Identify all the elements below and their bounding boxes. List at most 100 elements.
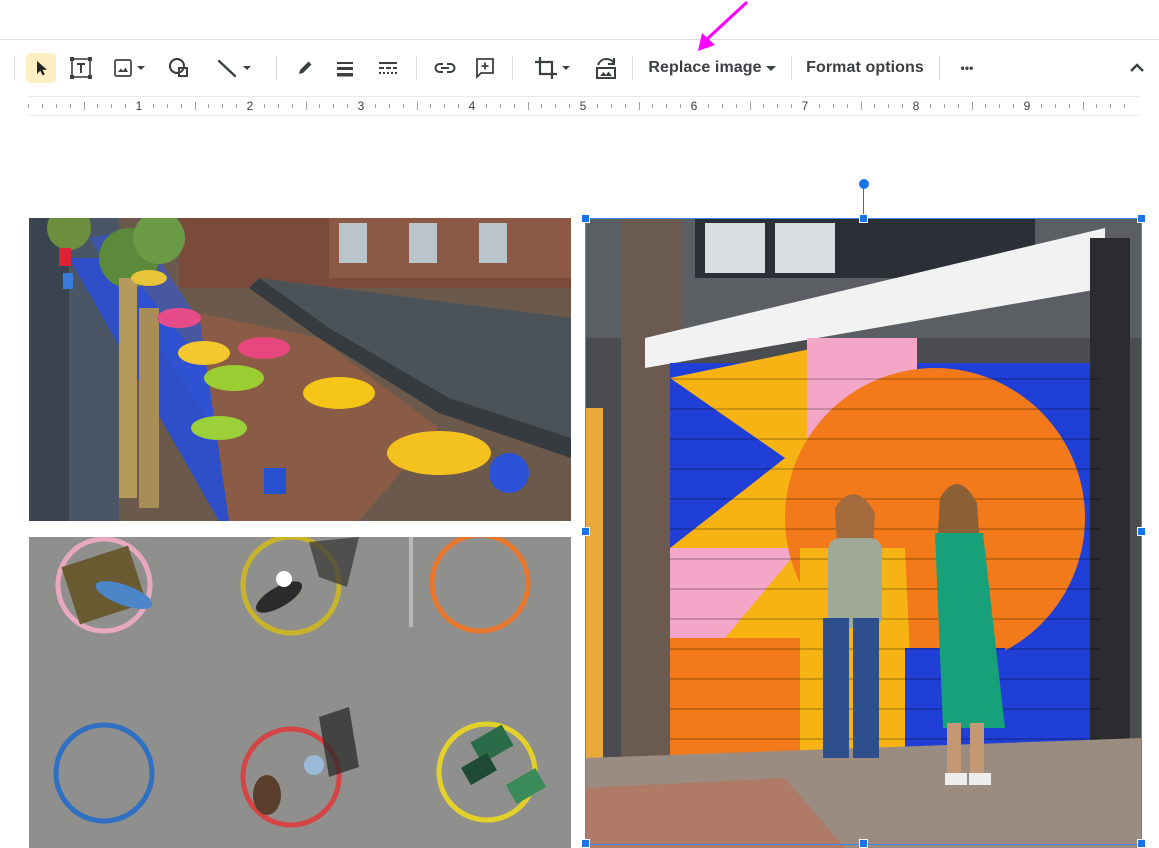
mural-illustration [585,218,1142,848]
shape-icon [169,58,188,77]
dropdown-caret-icon [765,66,776,71]
resize-handle-top-left[interactable] [581,214,590,223]
ruler-tick [416,102,418,110]
ruler-tick [485,104,487,108]
ruler-tick [319,104,321,108]
resize-handle-top-right[interactable] [1137,214,1146,223]
line-button[interactable] [204,53,264,83]
ruler-number: 2 [246,99,254,113]
ruler-tick [999,104,1001,108]
toolbar-separator [512,56,513,80]
ruler-tick [666,104,668,108]
toolbar-separator [276,56,277,80]
format-options-button[interactable]: Format options [800,53,930,83]
ruler-tick [152,104,154,108]
rotation-handle[interactable] [859,179,869,189]
ruler-tick [28,104,29,108]
collapse-toolbar-button[interactable] [1122,53,1152,83]
border-dash-button[interactable] [372,53,404,83]
more-options-button[interactable]: ••• [950,53,984,83]
resize-handle-bottom[interactable] [859,839,868,848]
ruler-tick [513,104,515,108]
crop-button[interactable] [524,53,582,83]
ruler-tick [527,102,529,110]
mural-women-photo[interactable] [585,218,1142,848]
resize-handle-bottom-right[interactable] [1137,839,1146,848]
social-distance-circles-photo[interactable] [29,537,571,848]
reset-image-button[interactable] [590,53,622,83]
chevron-up-icon [1130,63,1144,72]
ruler-number: 3 [357,99,365,113]
ruler-tick [929,104,931,108]
ruler-tick [55,104,57,108]
image-toolbar: Replace image Format options ••• [0,46,1159,90]
ruler-tick [749,102,751,110]
ruler-tick [1040,104,1042,108]
dropdown-caret-icon [562,66,570,70]
ruler-tick [236,104,238,108]
ruler-tick [1110,104,1112,108]
ruler-tick [818,104,820,108]
image-icon [114,59,132,77]
resize-handle-bottom-left[interactable] [581,839,590,848]
ruler-tick [333,104,335,108]
ruler-tick [846,104,848,108]
patio-street-photo[interactable] [29,218,571,521]
ruler-tick [707,104,709,108]
ruler-tick [444,104,446,108]
dropdown-caret-icon [243,66,251,70]
ruler-tick [374,104,376,108]
image-insert-button[interactable] [104,53,154,83]
ruler-tick [957,104,959,108]
ruler-tick [652,104,654,108]
shape-button[interactable] [162,53,196,83]
replace-image-label: Replace image [648,59,762,76]
ruler-tick [874,104,876,108]
replace-image-button[interactable]: Replace image [642,53,784,83]
line-dash-icon [379,62,397,74]
ruler-tick [166,104,168,108]
select-tool-button[interactable] [26,53,56,83]
ruler-tick [1082,102,1084,110]
ruler-tick [624,104,626,108]
line-weight-icon [337,62,353,77]
ruler-tick [721,104,723,108]
toolbar-separator [632,56,633,80]
patio-street-illustration [29,218,571,521]
insert-link-button[interactable] [428,53,462,83]
horizontal-ruler[interactable]: 1 2 3 4 5 6 7 8 9 [28,96,1140,116]
ruler-number: 6 [690,99,698,113]
reset-image-icon [596,58,616,79]
ruler-number: 5 [579,99,587,113]
ruler-tick [832,104,834,108]
ruler-tick [499,104,501,108]
comment-add-icon [476,58,494,80]
ruler-tick [291,104,293,108]
ruler-tick [860,102,862,110]
border-color-button[interactable] [290,53,320,83]
cursor-arrow-icon [37,61,47,76]
ruler-tick [541,104,543,108]
window-top-border [0,39,1159,40]
ruler-tick [194,102,196,110]
ruler-tick [347,104,349,108]
ruler-tick [83,102,85,110]
dropdown-caret-icon [137,66,145,70]
format-options-label: Format options [806,59,924,76]
ruler-tick [569,104,571,108]
link-icon [434,63,456,73]
ruler-tick [888,104,890,108]
resize-handle-top[interactable] [859,214,868,223]
ruler-number: 7 [801,99,809,113]
ruler-tick [458,104,460,108]
ruler-tick [1054,104,1056,108]
resize-handle-right[interactable] [1137,527,1146,536]
text-box-button[interactable] [64,53,98,83]
ruler-tick [430,104,432,108]
ruler-tick [596,104,598,108]
add-comment-button[interactable] [470,53,500,83]
ruler-tick [125,104,127,108]
border-weight-button[interactable] [330,53,360,83]
resize-handle-left[interactable] [581,527,590,536]
ruler-tick [111,104,113,108]
